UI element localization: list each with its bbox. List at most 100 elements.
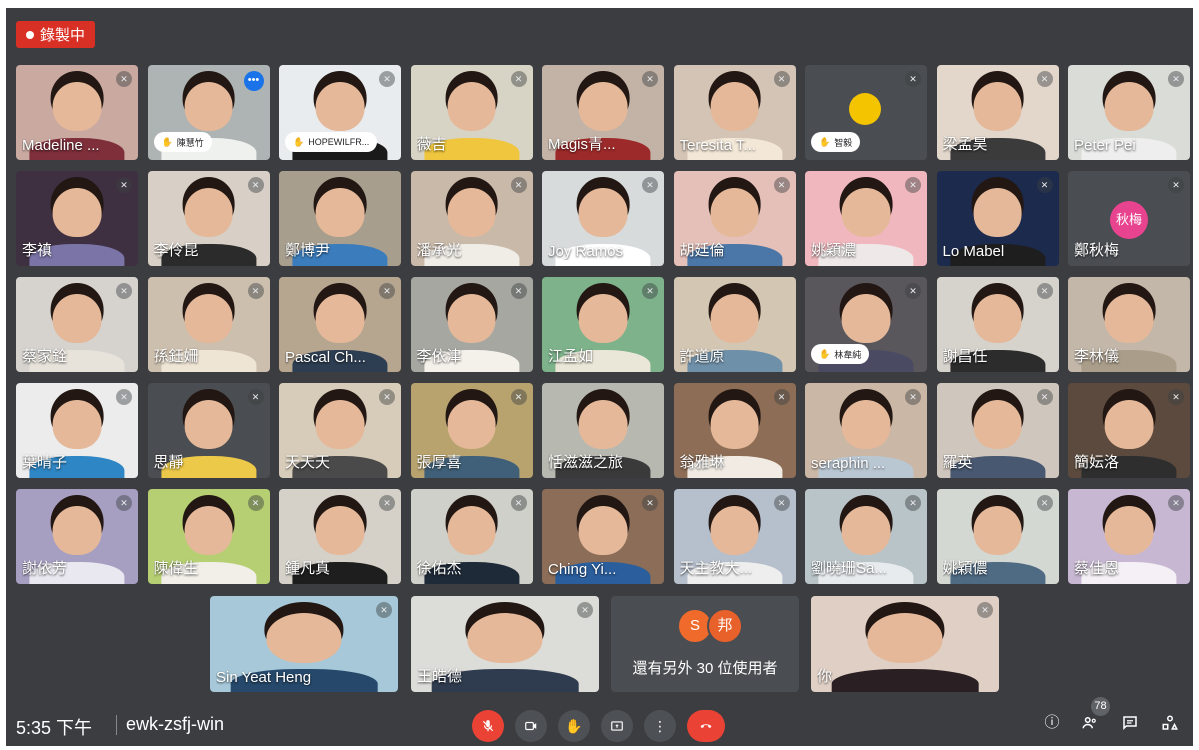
mic-toggle-button[interactable] (472, 710, 504, 742)
activities-button[interactable] (1159, 712, 1181, 734)
participant-tile[interactable]: ✕ 張厚喜 (410, 383, 533, 478)
face (184, 188, 233, 238)
participant-tile[interactable]: 恬滋滋之旅 (542, 383, 664, 478)
muted-mic-icon: ✕ (1168, 71, 1184, 87)
muted-mic-icon: ✕ (773, 389, 790, 405)
participant-name: 薇吉 (416, 136, 447, 153)
muted-mic-icon: ✕ (577, 602, 593, 618)
participant-tile[interactable]: ✕ Sin Yeat Heng (210, 596, 398, 692)
participant-tile[interactable]: ✕ 天主教大... (673, 489, 796, 584)
participant-tile[interactable]: ✕ 薇吉 (410, 65, 533, 160)
participant-tile[interactable]: ✕ 李伶昆 (147, 171, 270, 266)
participant-tile[interactable]: ✕ 蔡佳恩 (1068, 489, 1190, 584)
present-screen-button[interactable] (601, 710, 633, 742)
participant-tile[interactable]: ✕ 徐佑杰 (410, 489, 533, 584)
participant-tile[interactable]: ✕ 姚穎濃 (805, 171, 927, 266)
participant-tile[interactable]: ✕ ✋ HOPEWILFR... (279, 65, 401, 160)
face (1104, 506, 1154, 556)
mic-off-icon (482, 720, 494, 732)
participant-initials-avatar: 秋梅 (1110, 201, 1148, 239)
participant-tile[interactable]: 許道原 (673, 277, 796, 372)
participant-tile[interactable]: ✕ 潘承光 (410, 171, 533, 266)
participant-name: 李依津 (416, 348, 462, 365)
participant-tile[interactable]: ✕ Teresita T... (673, 65, 796, 160)
participant-name: 謝昌任 (942, 348, 988, 365)
meeting-code: ewk-zsfj-win (126, 714, 225, 734)
participant-tile[interactable]: ••• ✋ 陳慧竹 (147, 65, 270, 160)
participant-tile[interactable]: 秋梅 ✕ 鄭秋梅 (1068, 171, 1190, 266)
participant-name: Peter Pei (1074, 137, 1136, 154)
participant-tile[interactable]: ✕ ✋ 智毅 (805, 65, 927, 160)
muted-mic-icon: ✕ (905, 389, 921, 405)
participant-tile[interactable]: ✕ 葉晴子 (16, 383, 138, 478)
raised-hand-name: 林韋純 (834, 349, 862, 360)
muted-mic-icon: ✕ (1168, 495, 1184, 511)
face (184, 82, 233, 132)
participant-tile[interactable]: ✕ Magis青... (542, 65, 664, 160)
participant-tile[interactable]: 鄭博尹 (279, 171, 401, 266)
participant-tile[interactable]: ✕ 思靜 (147, 383, 270, 478)
face (841, 188, 891, 238)
leave-call-button[interactable] (687, 710, 725, 742)
raised-hand-badge: ✋ HOPEWILFR... (285, 132, 378, 152)
raised-hand-badge: ✋ 陳慧竹 (153, 132, 212, 152)
participant-tile[interactable]: ✕ 蔡家銓 (16, 277, 138, 372)
participant-tile[interactable]: ✕ 王皓德 (411, 596, 599, 692)
participant-tile[interactable]: ✕ 鍾凡真 (279, 489, 401, 584)
participant-tile[interactable]: ✕ ✋ 林韋純 (805, 277, 927, 372)
more-options-icon[interactable]: ••• (243, 71, 264, 91)
more-options-button[interactable]: ⋮ (644, 710, 676, 742)
participant-tile[interactable]: ✕ 劉曉珊Sa... (805, 489, 927, 584)
participant-tile[interactable]: ✕ 謝依芳 (16, 489, 138, 584)
participant-tile[interactable]: ✕ 翁雅琳 (673, 383, 796, 478)
participant-tile[interactable]: ✕ 陳偉生 (147, 489, 270, 584)
recording-dot-icon (26, 30, 34, 39)
muted-mic-icon: ✕ (1036, 71, 1053, 87)
participant-tile[interactable]: ✕ 姚穎儂 (936, 489, 1059, 584)
camera-toggle-button[interactable] (515, 710, 547, 742)
face (315, 82, 365, 132)
muted-mic-icon: ✕ (1036, 389, 1053, 405)
self-tile[interactable]: ✕ 你 (811, 596, 999, 692)
participant-tile[interactable]: ✕ 天天天 (279, 383, 401, 478)
face (52, 188, 102, 238)
participant-tile[interactable]: ✕ 李依津 (410, 277, 533, 372)
participant-tile[interactable]: ✕ seraphin ... (805, 383, 927, 478)
participant-tile[interactable]: ✕ Pascal Ch... (279, 277, 401, 372)
participant-tile[interactable]: ✕ 孫鈺姍 (147, 277, 270, 372)
face (447, 188, 496, 238)
raise-hand-button[interactable]: ✋ (558, 710, 590, 742)
face (841, 294, 891, 344)
meeting-details-button[interactable]: ⓘ (1041, 712, 1063, 734)
participant-tile[interactable]: ✕ 李禛 (16, 171, 138, 266)
participant-name: 蔡佳恩 (1074, 560, 1120, 577)
participant-tile[interactable]: ✕ Madeline ... (16, 65, 138, 160)
participant-tile[interactable]: ✕ Peter Pei (1068, 65, 1190, 160)
participant-tile[interactable]: ✕ 江孟如 (542, 277, 664, 372)
participant-name: 潘承光 (416, 242, 462, 259)
participant-tile[interactable]: 李林儀 (1068, 277, 1190, 372)
hand-icon: ✋ (819, 348, 831, 359)
face (447, 82, 496, 132)
participant-name: 謝依芳 (22, 560, 68, 577)
participant-tile[interactable]: ✕ Lo Mabel (936, 171, 1059, 266)
muted-mic-icon: ✕ (773, 177, 790, 193)
participant-tile[interactable]: ✕ 簡妘洛 (1068, 383, 1190, 478)
participant-name: 翁雅琳 (679, 454, 725, 471)
participant-tile[interactable]: ✕ Joy Ramos (542, 171, 664, 266)
muted-mic-icon: ✕ (379, 71, 395, 87)
muted-mic-icon: ✕ (116, 71, 132, 87)
chat-button[interactable] (1119, 712, 1141, 734)
participant-tile[interactable]: ✕ 梁孟昊 (936, 65, 1059, 160)
muted-mic-icon: ✕ (977, 602, 993, 618)
participant-name: 羅英 (942, 454, 973, 471)
more-participants-tile[interactable]: S 邦 還有另外 30 位使用者 (611, 596, 799, 692)
face (578, 188, 628, 238)
participant-tile[interactable]: ✕ 謝昌任 (936, 277, 1059, 372)
muted-mic-icon: ✕ (905, 71, 921, 87)
hang-up-icon (700, 724, 712, 728)
participant-tile[interactable]: ✕ 羅英 (936, 383, 1059, 478)
face (447, 400, 496, 450)
participant-tile[interactable]: ✕ Ching Yi... (542, 489, 664, 584)
participant-tile[interactable]: ✕ 胡廷倫 (673, 171, 796, 266)
